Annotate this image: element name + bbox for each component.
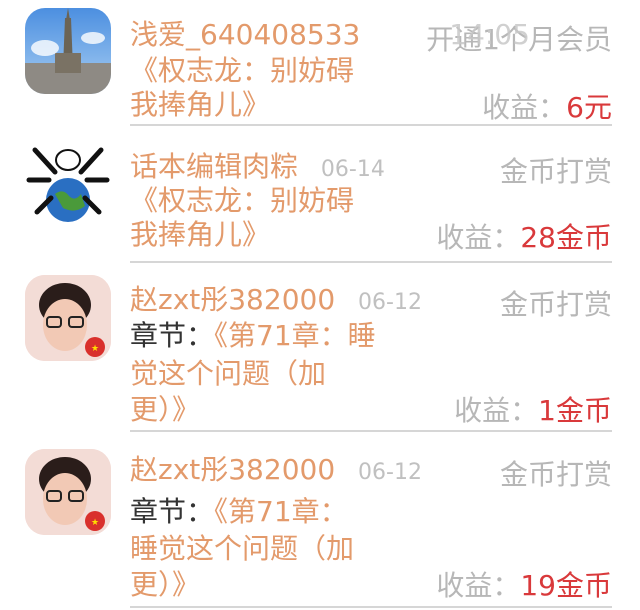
earnings-value: 6元 — [566, 91, 612, 124]
divider — [130, 261, 612, 263]
list-item[interactable]: ★ 赵zxt彤382000 06-12 金币打赏 章节：《第71章： 睡觉这个问… — [0, 435, 640, 610]
earth-bones-avatar-image — [26, 147, 110, 222]
earnings-value: 28金币 — [520, 221, 612, 254]
book-title-line1[interactable]: 《权志龙：别妨碍 — [130, 184, 354, 218]
user-name[interactable]: 浅爱_640408533 — [130, 18, 360, 52]
cathedral-avatar-image — [25, 8, 111, 94]
timestamp: 06-12 — [358, 290, 422, 315]
user-name[interactable]: 话本编辑肉粽 — [130, 150, 298, 183]
type-label: 金币打赏 — [499, 458, 612, 491]
profile-photo-avatar-image: ★ — [25, 275, 111, 361]
svg-text:★: ★ — [91, 344, 99, 354]
chapter-label: 章节： — [130, 319, 215, 352]
timestamp: 06-12 — [358, 460, 422, 485]
user-row[interactable]: 赵zxt彤382000 06-12 — [130, 283, 422, 320]
avatar[interactable] — [25, 142, 111, 228]
type-label: 金币打赏 — [499, 155, 612, 188]
earnings-label: 收益： — [436, 569, 521, 602]
book-title-line2[interactable]: 我捧角儿》 — [130, 88, 270, 122]
chapter-title-line2[interactable]: 觉这个问题（加 — [130, 357, 326, 391]
avatar[interactable] — [25, 8, 111, 94]
earnings: 收益：28金币 — [436, 216, 612, 256]
chapter-title-line1[interactable]: 《第71章： — [214, 495, 348, 528]
list-item[interactable]: 话本编辑肉粽 06-14 金币打赏 《权志龙：别妨碍 我捧角儿》 收益：28金币 — [0, 130, 640, 265]
timestamp: 06-14 — [320, 157, 385, 182]
timestamp: 14:05 — [449, 18, 530, 51]
chapter-title-line2[interactable]: 睡觉这个问题（加 — [130, 532, 354, 566]
type-label: 金币打赏 — [499, 288, 612, 321]
user-row[interactable]: 赵zxt彤382000 06-12 — [130, 453, 422, 490]
divider — [130, 430, 612, 432]
earnings: 收益：6元 — [482, 86, 612, 126]
earnings-label: 收益： — [482, 91, 567, 124]
avatar[interactable]: ★ — [25, 275, 111, 361]
earnings-value: 1金币 — [538, 394, 612, 427]
earnings-label: 收益： — [454, 394, 539, 427]
chapter-row[interactable]: 章节：《第71章： — [130, 495, 348, 529]
earnings-value: 19金币 — [520, 569, 612, 602]
user-name[interactable]: 赵zxt彤382000 — [130, 453, 335, 486]
chapter-title-line3[interactable]: 更）》 — [130, 393, 200, 427]
earnings: 收益：19金币 — [436, 564, 612, 604]
svg-text:★: ★ — [91, 518, 99, 528]
list-item[interactable]: ★ 赵zxt彤382000 06-12 金币打赏 章节：《第71章：睡 觉这个问… — [0, 265, 640, 435]
chapter-label: 章节： — [130, 495, 215, 528]
list-item[interactable]: 浅爱_640408533 开通1个月会员 14:05 《权志龙：别妨碍 我捧角儿… — [0, 0, 640, 130]
divider — [130, 606, 612, 608]
profile-photo-avatar-image: ★ — [25, 449, 111, 535]
avatar[interactable]: ★ — [25, 449, 111, 535]
earnings: 收益：1金币 — [454, 389, 612, 429]
divider — [130, 124, 612, 126]
chapter-title-line1[interactable]: 《第71章：睡 — [214, 319, 376, 352]
book-title-line1[interactable]: 《权志龙：别妨碍 — [130, 54, 354, 88]
earnings-label: 收益： — [436, 221, 521, 254]
chapter-title-line3[interactable]: 更）》 — [130, 568, 200, 602]
chapter-row[interactable]: 章节：《第71章：睡 — [130, 319, 376, 353]
user-name[interactable]: 赵zxt彤382000 — [130, 283, 335, 316]
user-row[interactable]: 话本编辑肉粽 06-14 — [130, 150, 385, 187]
book-title-line2[interactable]: 我捧角儿》 — [130, 218, 270, 252]
